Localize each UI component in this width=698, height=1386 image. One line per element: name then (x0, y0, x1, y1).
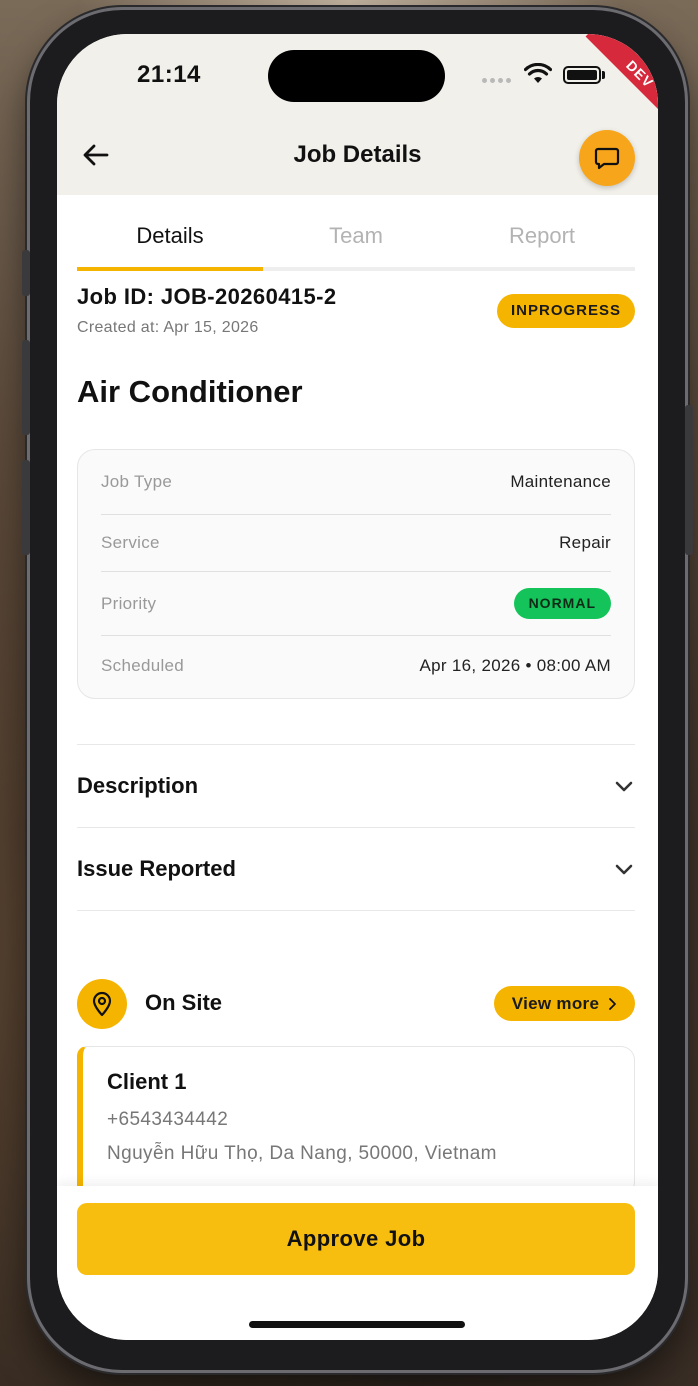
priority-label: Priority (101, 593, 157, 613)
issue-reported-title: Issue Reported (77, 856, 236, 881)
tab-bar: Details Team Report (77, 195, 635, 271)
service-value: Repair (559, 533, 611, 552)
status-time: 21:14 (137, 61, 201, 88)
job-type-value: Maintenance (510, 472, 611, 491)
job-type-row: Job Type Maintenance (101, 450, 611, 515)
service-row: Service Repair (101, 515, 611, 572)
description-section[interactable]: Description (77, 744, 635, 827)
chevron-down-icon (615, 864, 633, 875)
approve-job-button[interactable]: Approve Job (77, 1203, 635, 1275)
client-address: Nguyễn Hữu Thọ, Da Nang, 50000, Vietnam (107, 1143, 497, 1164)
scheduled-row: Scheduled Apr 16, 2026 • 08:00 AM (101, 636, 611, 696)
battery-icon (563, 66, 601, 84)
wifi-icon (524, 63, 552, 83)
home-indicator (249, 1321, 465, 1328)
description-title: Description (77, 773, 199, 798)
page-title: Job Details (293, 141, 422, 168)
scheduled-label: Scheduled (101, 656, 185, 675)
client-phone: +6543434442 (107, 1109, 229, 1130)
service-label: Service (101, 533, 160, 552)
job-title: Air Conditioner (77, 374, 303, 409)
chat-bubble-icon (594, 147, 620, 170)
power-button (685, 405, 693, 555)
volume-up-button (22, 340, 30, 435)
client-card[interactable]: Client 1 +6543434442 Nguyễn Hữu Thọ, Da … (77, 1046, 635, 1196)
created-date: Created at: Apr 15, 2026 (77, 319, 259, 336)
client-name: Client 1 (107, 1069, 187, 1094)
bottom-action-bar: Approve Job (57, 1186, 658, 1340)
volume-down-button (22, 460, 30, 555)
app-screen: 21:14 DEV Job Details Details Team Repor… (57, 34, 658, 1340)
signal-icon (482, 78, 511, 83)
header-area: 21:14 DEV Job Details (57, 34, 658, 195)
silent-switch (22, 250, 30, 296)
chevron-down-icon (615, 781, 633, 792)
chevron-right-icon (609, 997, 617, 1010)
status-badge: INPROGRESS (497, 294, 635, 328)
view-more-button[interactable]: View more (494, 986, 635, 1021)
priority-row: Priority NORMAL (101, 572, 611, 636)
location-pin-icon (77, 979, 127, 1029)
dynamic-island (268, 50, 445, 102)
job-type-label: Job Type (101, 472, 173, 491)
tab-report[interactable]: Report (449, 195, 635, 267)
job-id: Job ID: JOB-20260415-2 (77, 284, 337, 309)
chat-button[interactable] (579, 130, 635, 186)
job-info-card: Job Type Maintenance Service Repair Prio… (77, 449, 635, 699)
battery-tip (602, 71, 605, 79)
issue-reported-section[interactable]: Issue Reported (77, 827, 635, 910)
priority-badge: NORMAL (513, 588, 611, 619)
view-more-label: View more (511, 993, 600, 1013)
scheduled-value: Apr 16, 2026 • 08:00 AM (419, 656, 611, 675)
onsite-label: On Site (145, 990, 223, 1015)
tab-team[interactable]: Team (263, 195, 449, 267)
section-divider (77, 910, 635, 911)
tab-details[interactable]: Details (77, 195, 263, 271)
